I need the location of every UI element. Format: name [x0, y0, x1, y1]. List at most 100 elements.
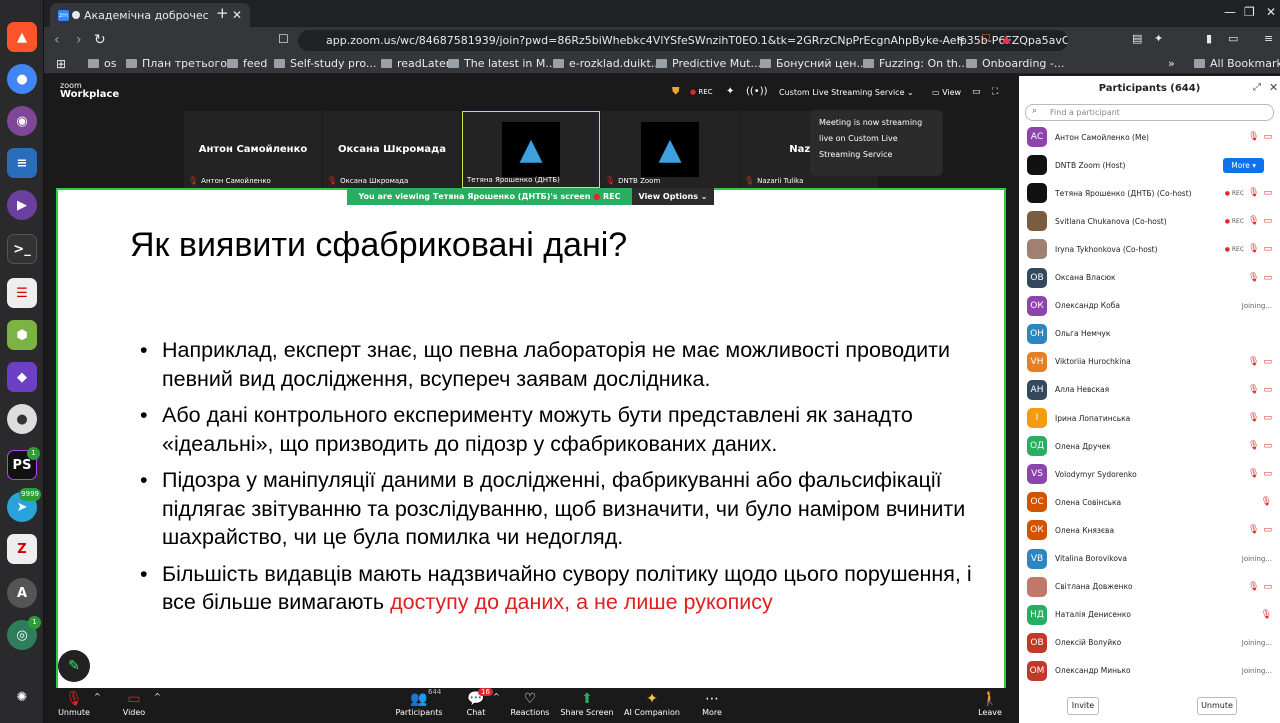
sparkle-icon[interactable]: ✦: [726, 86, 734, 97]
shield-icon[interactable]: ⛊: [672, 86, 680, 97]
video-thumbnail[interactable]: Антон Самойленко 🎙 Антон Самойленко: [184, 111, 322, 188]
view-options-button[interactable]: View Options ⌄: [632, 188, 714, 205]
participant-row[interactable]: ОН Ольга Немчук: [1019, 320, 1280, 348]
ubuntu-icon[interactable]: ✺: [7, 682, 37, 712]
bookmark-item[interactable]: Fuzzing: On th...: [863, 57, 968, 70]
streaming-service-dropdown[interactable]: Custom Live Streaming Service ⌄: [779, 88, 914, 97]
bookmark-item[interactable]: The latest in M...: [448, 57, 556, 70]
chat-options-icon[interactable]: ^: [493, 692, 500, 701]
close-tab-icon[interactable]: ✕: [232, 8, 242, 22]
tor-icon[interactable]: ◉: [7, 106, 37, 136]
participant-row[interactable]: DNTB Zoom (Host) More ▾: [1019, 151, 1280, 179]
invite-button[interactable]: Invite: [1067, 697, 1099, 715]
brave-shield-icon[interactable]: ⛉: [982, 32, 990, 46]
participant-row[interactable]: Тетяна Ярошенко (ДНТБ) (Co-host) ● REC 🎙 ▭: [1019, 179, 1280, 207]
close-window-icon[interactable]: ✕: [1266, 5, 1276, 19]
popout-icon[interactable]: ⤢: [1253, 82, 1261, 93]
bookmark-item[interactable]: os: [88, 57, 116, 70]
reading-list-icon[interactable]: ▤: [1132, 32, 1142, 45]
participant-row[interactable]: І Ірина Лопатинська 🎙 ▭: [1019, 404, 1280, 432]
participant-row[interactable]: ОК Олена Князєва 🎙 ▭: [1019, 516, 1280, 544]
terminal-icon[interactable]: >_: [7, 234, 37, 264]
participant-row[interactable]: VB Vitalina Borovikova Joining...: [1019, 545, 1280, 573]
bookmark-item[interactable]: readLater: [381, 57, 450, 70]
share-icon[interactable]: ⋖: [956, 32, 965, 45]
bookmark-item[interactable]: Predictive Mut...: [656, 57, 761, 70]
bookmark-item[interactable]: Бонусний цен...: [760, 57, 867, 70]
video-thumbnail[interactable]: ▲ 🎙 DNTB Zoom: [601, 111, 739, 188]
extensions-icon[interactable]: ✦: [1154, 32, 1163, 45]
notes-icon[interactable]: ☰: [7, 278, 37, 308]
participant-row[interactable]: НД Наталія Денисенко 🎙: [1019, 601, 1280, 629]
wallet-icon[interactable]: ▭: [1228, 32, 1238, 45]
participant-row[interactable]: VH Viktoriia Hurochkina 🎙 ▭: [1019, 348, 1280, 376]
bookmark-item[interactable]: feed: [227, 57, 267, 70]
maximize-icon[interactable]: ❐: [1244, 5, 1255, 19]
new-tab-icon[interactable]: +: [216, 4, 229, 22]
reactions-button[interactable]: ♡ Reactions: [500, 691, 560, 717]
reload-icon[interactable]: ↻: [94, 32, 106, 48]
video-off-icon: ▭: [1263, 216, 1272, 227]
video-off-icon: ▭: [1263, 384, 1272, 395]
leave-button[interactable]: 🚶 Leave: [960, 691, 1020, 717]
participant-row[interactable]: ОС Олена Совінська 🎙: [1019, 488, 1280, 516]
egg-icon[interactable]: ●: [7, 404, 37, 434]
video-thumbnail-active[interactable]: ▲ Тетяна Ярошенко (ДНТБ): [462, 111, 600, 188]
back-icon[interactable]: ‹: [54, 32, 60, 48]
software-center-icon[interactable]: A: [7, 578, 37, 608]
participant-name: Наталія Денисенко: [1055, 610, 1131, 620]
bookmark-page-icon[interactable]: ☐: [278, 32, 289, 46]
participant-row[interactable]: Iryna Tykhonkova (Co-host) ● REC 🎙 ▭: [1019, 235, 1280, 263]
avatar: [1027, 155, 1047, 176]
more-button[interactable]: ⋯ More: [682, 691, 742, 717]
close-panel-icon[interactable]: ✕: [1269, 81, 1278, 94]
participant-row[interactable]: Світлана Довженко 🎙 ▭: [1019, 573, 1280, 601]
cube-icon[interactable]: ⬢: [7, 320, 37, 350]
view-button[interactable]: ▭ View: [932, 88, 961, 97]
participant-row[interactable]: Svitlana Chukanova (Co-host) ● REC 🎙 ▭: [1019, 207, 1280, 235]
zotero-icon[interactable]: Z: [7, 534, 37, 564]
share-screen-button[interactable]: ⬆ Share Screen: [557, 691, 617, 717]
phpstorm-icon[interactable]: PS 1: [7, 447, 40, 480]
forward-icon[interactable]: ›: [76, 32, 82, 48]
participant-search-input[interactable]: Find a participant: [1025, 104, 1274, 121]
participant-row[interactable]: ОВ Олексій Волуйко Joining...: [1019, 629, 1280, 657]
bookmark-item[interactable]: e-rozklad.duikt...: [553, 57, 661, 70]
more-options-button[interactable]: More ▾: [1223, 157, 1264, 173]
participant-row[interactable]: АС Антон Самойленко (Me) 🎙 ▭: [1019, 123, 1280, 151]
streaming-icon[interactable]: ((•)): [746, 86, 768, 97]
unmute-options-icon[interactable]: ^: [94, 692, 101, 701]
sidebar-icon[interactable]: ▮: [1206, 32, 1212, 45]
bookmark-item[interactable]: План третього...: [126, 57, 238, 70]
document-icon[interactable]: ≡: [7, 148, 37, 178]
participant-row[interactable]: ОД Олена Дручек 🎙 ▭: [1019, 432, 1280, 460]
minimize-meeting-icon[interactable]: ▭: [972, 87, 981, 97]
apps-grid-icon[interactable]: ⊞: [56, 57, 66, 71]
participant-row[interactable]: ОВ Оксана Власюк 🎙 ▭: [1019, 264, 1280, 292]
participant-row[interactable]: ОК Олександр Коба Joining...: [1019, 292, 1280, 320]
all-bookmarks[interactable]: All Bookmarks: [1194, 57, 1280, 70]
bookmark-item[interactable]: Onboarding -...: [966, 57, 1064, 70]
media-player-icon[interactable]: ▶: [7, 190, 37, 220]
minimize-icon[interactable]: —: [1224, 5, 1236, 19]
participant-row[interactable]: ОМ Олександр Минько Joining...: [1019, 657, 1280, 685]
brave-rewards-icon[interactable]: ▲: [1002, 32, 1010, 45]
participant-row[interactable]: АН Алла Невская 🎙 ▭: [1019, 376, 1280, 404]
rec-indicator[interactable]: ● REC: [690, 88, 713, 96]
telegram-icon[interactable]: ➤ 9999: [7, 488, 41, 522]
annotate-pen-icon[interactable]: ✎: [58, 650, 90, 682]
brave-icon[interactable]: ▲: [7, 22, 37, 52]
video-thumbnail[interactable]: Оксана Шкромада 🎙 Оксана Шкромада: [323, 111, 461, 188]
participant-row[interactable]: VS Volodymyr Sydorenko 🎙 ▭: [1019, 460, 1280, 488]
address-bar[interactable]: app.zoom.us/wc/84687581939/join?pwd=86Rz…: [298, 30, 1068, 51]
unmute-me-button[interactable]: Unmute: [1197, 697, 1237, 715]
menu-icon[interactable]: ≡: [1264, 32, 1273, 45]
ai-companion-button[interactable]: ✦ AI Companion: [622, 691, 682, 717]
chrome-icon-2[interactable]: ◎ 1: [7, 616, 41, 650]
obsidian-icon[interactable]: ◆: [7, 362, 37, 392]
bookmark-item[interactable]: Self-study pro...: [274, 57, 376, 70]
more-bookmarks-icon[interactable]: »: [1168, 57, 1175, 70]
fullscreen-icon[interactable]: ⛶: [992, 87, 998, 97]
video-options-icon[interactable]: ^: [154, 692, 161, 701]
chrome-icon[interactable]: ●: [7, 64, 37, 94]
